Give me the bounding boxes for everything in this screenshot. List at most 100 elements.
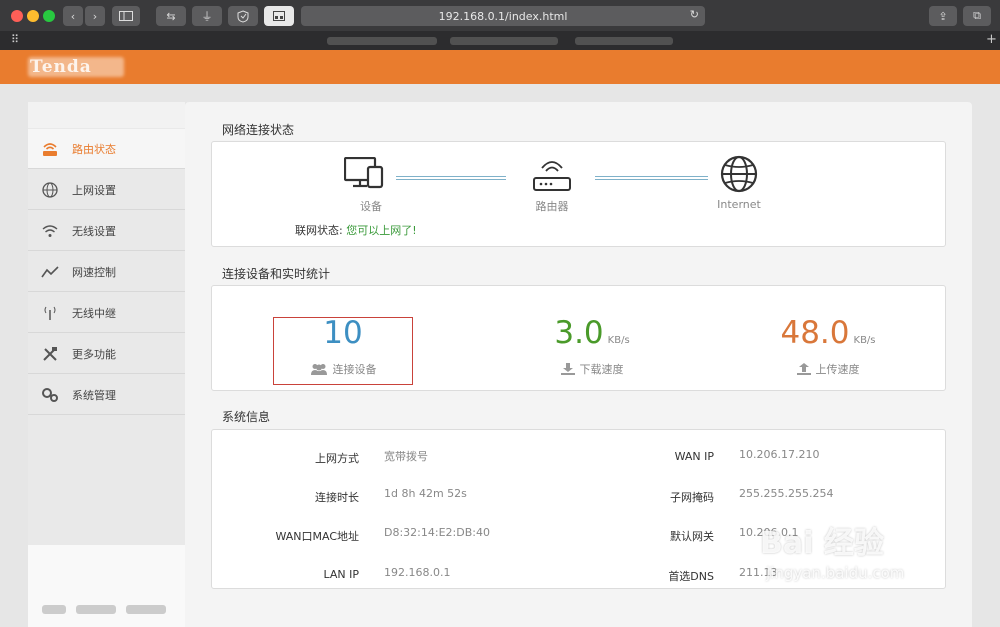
stats-title: 连接设备和实时统计 bbox=[222, 267, 331, 281]
sidebar-item-speed-control[interactable]: 网速控制 bbox=[28, 252, 185, 292]
minimize-window-button[interactable] bbox=[27, 10, 39, 22]
sidebar-item-label: 无线中继 bbox=[72, 306, 116, 320]
zoom-window-button[interactable] bbox=[43, 10, 55, 22]
extension-button-2[interactable]: ⏚ bbox=[192, 6, 222, 26]
flashlight-icon: ⏚ bbox=[201, 10, 213, 23]
url-text: 192.168.0.1/index.html bbox=[438, 9, 568, 23]
connected-devices-label: 连接设备 bbox=[332, 363, 377, 376]
extension-button-4[interactable] bbox=[264, 6, 294, 26]
reload-icon[interactable]: ↻ bbox=[690, 8, 699, 21]
tabs-button[interactable]: ⧉ bbox=[963, 6, 991, 26]
upload-speed-unit: KB/s bbox=[853, 335, 876, 346]
chevron-right-icon: › bbox=[92, 9, 98, 23]
info-label: WAN口MAC地址 bbox=[275, 530, 359, 543]
info-value: 192.168.0.1 bbox=[384, 566, 451, 579]
sidebar-item-label: 路由状态 bbox=[72, 142, 116, 156]
chevron-left-icon: ‹ bbox=[70, 9, 76, 23]
baidu-jingyan-watermark: Bai 经验 jingyan.baidu.com bbox=[760, 518, 990, 608]
sidebar-top bbox=[28, 102, 185, 128]
gear-icon bbox=[28, 387, 72, 403]
sidebar-item-wireless-settings[interactable]: 无线设置 bbox=[28, 211, 185, 251]
connection-line-right bbox=[595, 176, 708, 180]
bookmarks-bar: ⠿ + bbox=[0, 31, 1000, 50]
sidebar-item-label: 无线设置 bbox=[72, 224, 116, 238]
internet-globe-icon bbox=[719, 154, 759, 198]
network-status-card: 设备 路由器 Internet 联网状态: 您可以上网了! bbox=[211, 141, 946, 247]
upload-speed-value: 48.0 bbox=[780, 315, 850, 351]
system-info-title: 系统信息 bbox=[222, 410, 271, 424]
info-label: 子网掩码 bbox=[670, 491, 714, 504]
watermark-url: jingyan.baidu.com bbox=[766, 564, 905, 582]
extension-button-1[interactable]: ⇆ bbox=[156, 6, 186, 26]
router-header: Tenda bbox=[0, 50, 1000, 84]
wifi-icon bbox=[28, 224, 72, 238]
info-value: 10.206.17.210 bbox=[739, 448, 820, 461]
sidebar-item-more-features[interactable]: 更多功能 bbox=[28, 334, 185, 374]
blurred-footer-text bbox=[42, 605, 66, 614]
shield-icon bbox=[237, 9, 249, 23]
upload-speed-stat: 48.0 KB/s 上传速度 bbox=[748, 317, 908, 377]
blurred-bookmark bbox=[450, 37, 558, 45]
globe-icon bbox=[28, 181, 72, 198]
router-icon bbox=[28, 141, 72, 157]
info-value: 1d 8h 42m 52s bbox=[384, 487, 467, 500]
close-window-button[interactable] bbox=[11, 10, 23, 22]
download-speed-unit: KB/s bbox=[607, 335, 630, 346]
upload-icon bbox=[796, 363, 811, 375]
upload-speed-caption: 上传速度 bbox=[748, 361, 908, 377]
blurred-footer-text bbox=[76, 605, 116, 614]
router-label: 路由器 bbox=[535, 200, 569, 213]
forward-button[interactable]: › bbox=[85, 6, 105, 26]
info-label: 上网方式 bbox=[315, 452, 359, 465]
sidebar-item-label: 更多功能 bbox=[72, 347, 116, 361]
reader-icon bbox=[273, 11, 285, 21]
connection-status-label: 联网状态: bbox=[295, 224, 343, 237]
add-tab-icon[interactable]: + bbox=[986, 32, 997, 47]
info-value: 宽带拨号 bbox=[384, 450, 428, 463]
back-button[interactable]: ‹ bbox=[63, 6, 83, 26]
grid-icon[interactable]: ⠿ bbox=[11, 33, 19, 46]
download-speed-caption: 下载速度 bbox=[512, 361, 672, 377]
info-label: WAN IP bbox=[674, 450, 714, 463]
info-label: LAN IP bbox=[323, 568, 359, 581]
upload-speed-label: 上传速度 bbox=[815, 363, 860, 376]
info-value: D8:32:14:E2:DB:40 bbox=[384, 526, 490, 539]
connection-status-value: 您可以上网了! bbox=[346, 224, 417, 237]
tools-icon bbox=[28, 346, 72, 362]
sidebar-item-router-status[interactable]: 路由状态 bbox=[28, 129, 185, 169]
share-button[interactable]: ⇪ bbox=[929, 6, 957, 26]
share-icon: ⇪ bbox=[938, 9, 948, 23]
sidebar-item-label: 系统管理 bbox=[72, 388, 116, 402]
stats-card: 10 连接设备 3.0 KB/s 下载速度 48.0 KB/s 上传速度 bbox=[211, 285, 946, 391]
device-label: 设备 bbox=[360, 200, 382, 213]
router-device-icon bbox=[532, 158, 572, 196]
speed-icon bbox=[28, 265, 72, 279]
watermark-logo: Bai 经验 bbox=[760, 526, 884, 561]
download-speed-stat: 3.0 KB/s 下载速度 bbox=[512, 317, 672, 377]
info-label: 默认网关 bbox=[670, 530, 714, 543]
sidebar-icon bbox=[119, 11, 133, 21]
users-icon bbox=[310, 364, 327, 375]
antenna-icon bbox=[28, 305, 72, 321]
browser-titlebar: ‹ › ⇆ ⏚ 192.168.0.1/index.html ↻ ⇪ ⧉ bbox=[0, 0, 1000, 31]
sidebar-item-wireless-repeater[interactable]: 无线中继 bbox=[28, 293, 185, 333]
internet-label: Internet bbox=[717, 198, 761, 211]
download-speed-value: 3.0 bbox=[554, 315, 604, 351]
device-icon bbox=[343, 156, 384, 193]
sidebar-item-system-management[interactable]: 系统管理 bbox=[28, 375, 185, 415]
blurred-footer-text bbox=[126, 605, 166, 614]
connected-devices-value: 10 bbox=[323, 315, 363, 351]
sidebar-toggle-button[interactable] bbox=[112, 6, 140, 26]
info-value: 255.255.255.254 bbox=[739, 487, 834, 500]
blurred-bookmark bbox=[327, 37, 437, 45]
network-status-title: 网络连接状态 bbox=[222, 123, 295, 137]
info-label: 连接时长 bbox=[315, 491, 359, 504]
connected-devices-stat[interactable]: 10 连接设备 bbox=[273, 317, 413, 377]
connected-devices-caption: 连接设备 bbox=[273, 361, 413, 377]
sidebar-item-internet-settings[interactable]: 上网设置 bbox=[28, 170, 185, 210]
connection-status: 联网状态: 您可以上网了! bbox=[295, 222, 417, 238]
tenda-logo: Tenda bbox=[30, 57, 92, 77]
extension-button-3[interactable] bbox=[228, 6, 258, 26]
connection-line-left bbox=[396, 176, 506, 180]
address-bar[interactable]: 192.168.0.1/index.html ↻ bbox=[301, 6, 705, 26]
